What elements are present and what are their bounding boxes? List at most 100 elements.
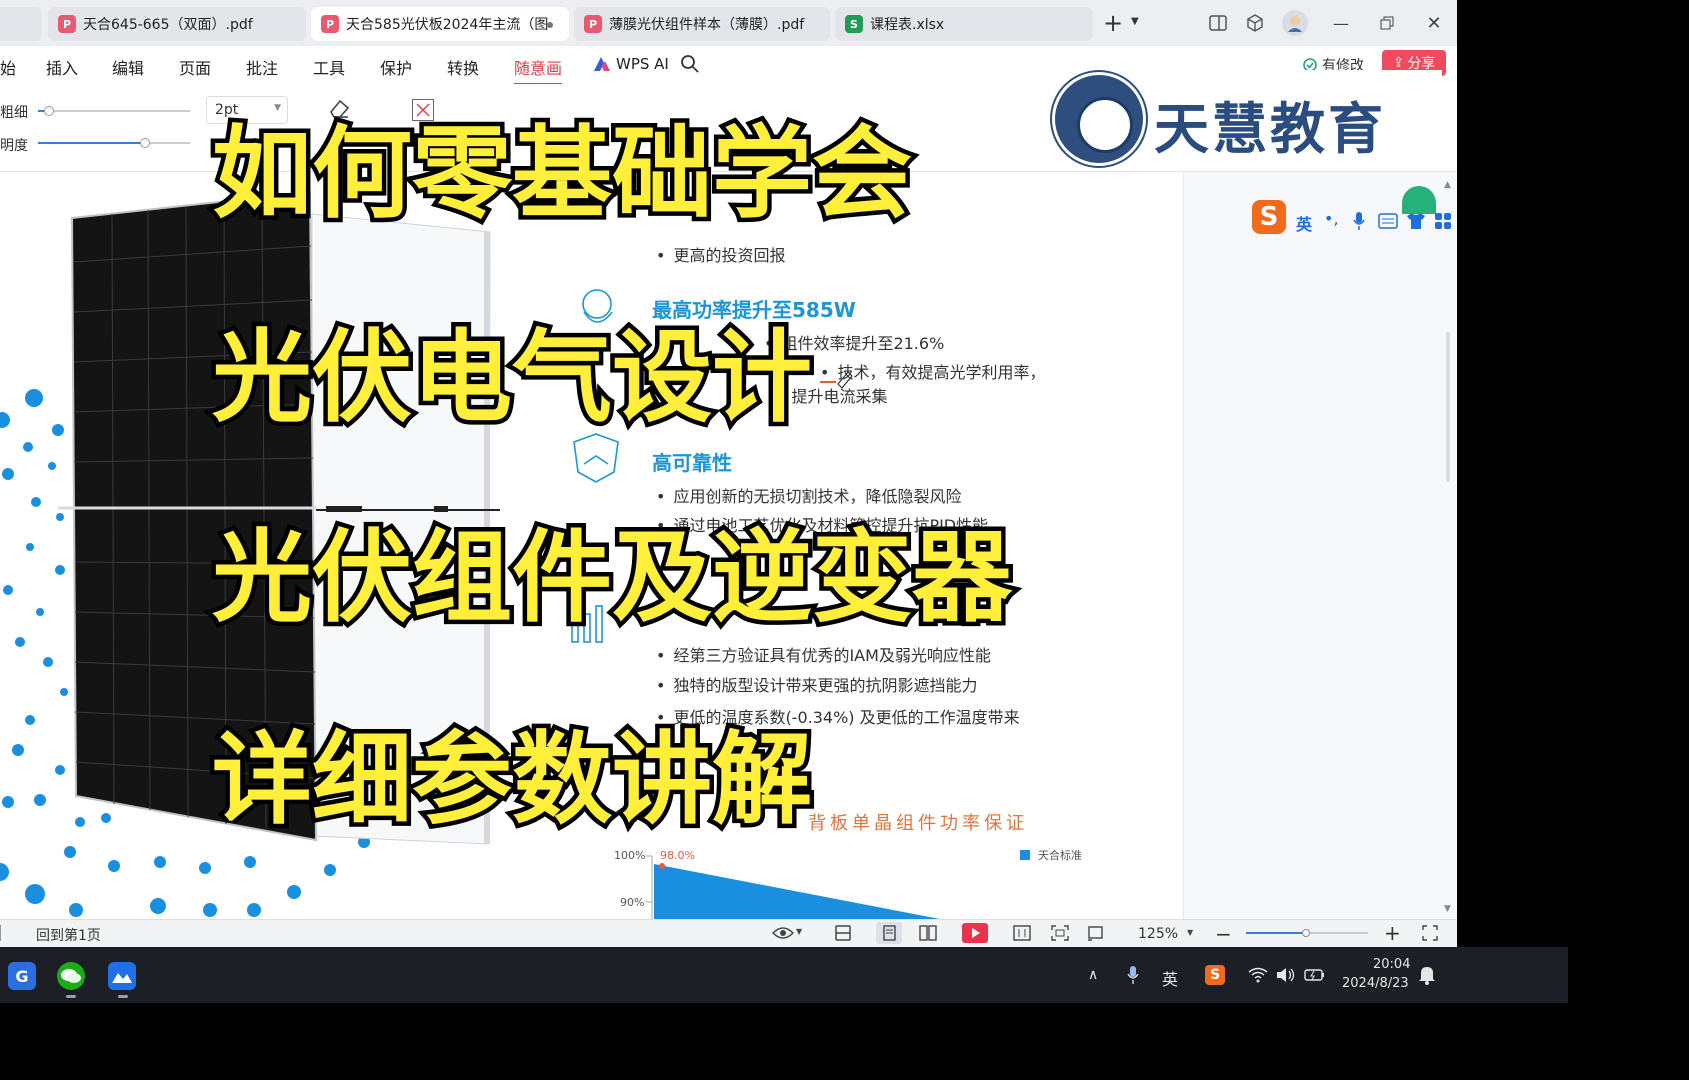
search-icon[interactable] bbox=[680, 54, 700, 78]
battery-icon[interactable] bbox=[1304, 967, 1326, 983]
chart-y-label-90: 90% bbox=[620, 896, 645, 909]
clock-date[interactable]: 2024/8/23 bbox=[1342, 976, 1409, 991]
chevron-down-icon[interactable]: ▼ bbox=[1131, 16, 1139, 27]
xlsx-file-icon: S bbox=[845, 15, 863, 33]
thickness-label: 粗细 bbox=[0, 105, 28, 121]
tab-bar: P 天合645-665（双面）.pdf P 天合585光伏板2024年主流（图 … bbox=[0, 0, 1457, 46]
tab-label: 课程表.xlsx bbox=[870, 17, 945, 33]
fullscreen-fit-icon[interactable] bbox=[1050, 924, 1070, 942]
performance-line-1: 经第三方验证具有优秀的IAM及弱光响应性能 bbox=[656, 642, 990, 666]
zoom-slider[interactable] bbox=[1246, 929, 1368, 937]
chart-y-label-100: 100% bbox=[614, 849, 646, 862]
screen: P 天合645-665（双面）.pdf P 天合585光伏板2024年主流（图 … bbox=[0, 0, 1568, 1003]
tray-chevron-up-icon[interactable]: ∧ bbox=[1088, 967, 1098, 983]
menu-item-edit[interactable]: 编辑 bbox=[112, 55, 144, 79]
menu-item-freehand[interactable]: 随意画 bbox=[514, 55, 563, 85]
sogou-ime-icon[interactable]: S bbox=[1252, 200, 1286, 234]
assistant-bot-icon[interactable] bbox=[1402, 186, 1436, 214]
menu-item-start[interactable]: 始 bbox=[0, 55, 16, 79]
new-tab-plus-icon[interactable]: + bbox=[1103, 11, 1123, 35]
menu-item-protect[interactable]: 保护 bbox=[380, 55, 412, 79]
zoom-out-icon[interactable]: − bbox=[1215, 922, 1232, 946]
menu-item-page[interactable]: 页面 bbox=[179, 55, 211, 79]
wechat-icon[interactable] bbox=[57, 962, 85, 990]
tianhui-education-logo: 天慧教育 bbox=[1050, 70, 1442, 170]
menu-item-insert[interactable]: 插入 bbox=[46, 55, 78, 79]
overlay-title-line-2: 光伏电气设计 bbox=[208, 319, 817, 436]
minimize-icon[interactable]: — bbox=[1330, 12, 1352, 34]
tray-microphone-icon[interactable] bbox=[1126, 965, 1140, 985]
tab-label: 天合645-665（双面）.pdf bbox=[83, 17, 253, 33]
zoom-level[interactable]: 125% bbox=[1138, 926, 1178, 942]
notification-bell-icon[interactable] bbox=[1418, 965, 1436, 985]
punctuation-icon[interactable]: •, bbox=[1324, 209, 1339, 228]
share-icon: ⇪ bbox=[1392, 55, 1405, 71]
power-line-2: 技术，有效提高光学利用率， bbox=[820, 359, 1045, 383]
fit-height-icon[interactable] bbox=[834, 924, 852, 942]
tab-pdf-1[interactable]: P 天合645-665（双面）.pdf bbox=[48, 7, 306, 41]
volume-icon[interactable] bbox=[1276, 967, 1296, 983]
keyboard-icon[interactable] bbox=[1378, 213, 1398, 229]
tab-label: 薄膜光伏组件样本（薄膜）.pdf bbox=[609, 17, 805, 33]
performance-line-2: 独特的版型设计带来更强的抗阴影遮挡能力 bbox=[656, 672, 977, 696]
skin-shirt-icon[interactable] bbox=[1406, 212, 1426, 230]
bullet-roi: 更高的投资回报 bbox=[656, 242, 785, 266]
tab-label: 天合585光伏板2024年主流（图 bbox=[346, 17, 549, 33]
menu-item-annotate[interactable]: 批注 bbox=[246, 55, 278, 79]
unsaved-dot-icon bbox=[547, 22, 553, 28]
cube-icon[interactable] bbox=[1244, 12, 1266, 34]
wifi-icon[interactable] bbox=[1248, 967, 1268, 983]
wps-window: P 天合645-665（双面）.pdf P 天合585光伏板2024年主流（图 … bbox=[0, 0, 1457, 947]
back-to-first-page[interactable]: 回到第1页 bbox=[36, 925, 101, 945]
chevron-down-icon[interactable]: ▼ bbox=[796, 927, 802, 936]
tab-xlsx[interactable]: S 课程表.xlsx bbox=[835, 7, 1093, 41]
vertical-scrollbar[interactable] bbox=[1446, 332, 1450, 482]
tab-pdf-3[interactable]: P 薄膜光伏组件样本（薄膜）.pdf bbox=[574, 7, 830, 41]
overlay-title-line-4: 详细参数讲解 bbox=[208, 721, 817, 838]
tray-input-language[interactable]: 英 bbox=[1162, 966, 1178, 990]
wps-ai-icon bbox=[594, 57, 610, 71]
avatar[interactable] bbox=[1282, 10, 1308, 36]
black-margin bbox=[1457, 0, 1568, 947]
ime-lang-toggle[interactable]: 英 bbox=[1296, 211, 1312, 235]
section-reliability-title: 高可靠性 bbox=[652, 451, 732, 475]
two-page-view-icon[interactable] bbox=[918, 924, 938, 942]
reliability-line-1: 应用创新的无损切割技术，降低隐裂风险 bbox=[656, 483, 961, 507]
app-mountain-icon[interactable] bbox=[108, 962, 136, 990]
eye-icon[interactable] bbox=[772, 926, 794, 940]
opacity-slider[interactable] bbox=[38, 138, 190, 148]
menu-item-convert[interactable]: 转换 bbox=[447, 55, 479, 79]
warranty-area bbox=[654, 864, 940, 919]
logo-text: 天慧教育 bbox=[1154, 97, 1387, 161]
tab-partial[interactable] bbox=[0, 7, 42, 41]
wps-ai-label: WPS AI bbox=[616, 55, 669, 73]
tab-pdf-2-active[interactable]: P 天合585光伏板2024年主流（图 bbox=[311, 7, 569, 41]
clock-time[interactable]: 20:04 bbox=[1373, 957, 1410, 972]
opacity-label: 明度 bbox=[0, 138, 28, 154]
pdf-file-icon: P bbox=[58, 15, 76, 33]
play-slideshow-button[interactable] bbox=[962, 923, 988, 943]
zoom-in-icon[interactable]: + bbox=[1384, 921, 1401, 945]
thickness-slider[interactable] bbox=[38, 106, 190, 116]
taskbar: G ∧ 英 S 20:04 2024/8/23 bbox=[0, 947, 1568, 1003]
logo-emblem bbox=[1052, 72, 1146, 166]
pdf-file-icon: P bbox=[321, 15, 339, 33]
chevron-down-icon: ▼ bbox=[274, 103, 281, 113]
close-icon[interactable]: ✕ bbox=[1423, 12, 1445, 34]
scroll-down-icon[interactable]: ▼ bbox=[1444, 904, 1451, 914]
restore-icon[interactable] bbox=[1376, 12, 1398, 34]
scroll-up-icon[interactable]: ▲ bbox=[1444, 180, 1451, 190]
toolbox-grid-icon[interactable] bbox=[1434, 212, 1452, 230]
app-g-icon[interactable]: G bbox=[8, 962, 36, 990]
chevron-down-icon[interactable]: ▼ bbox=[1187, 928, 1193, 937]
expand-icon[interactable] bbox=[1422, 925, 1438, 941]
chart-data-label: 98.0% bbox=[660, 849, 695, 862]
rotate-page-icon[interactable] bbox=[1086, 924, 1106, 942]
wps-ai-button[interactable]: WPS AI bbox=[594, 55, 669, 73]
microphone-icon[interactable] bbox=[1352, 211, 1366, 231]
menu-item-tools[interactable]: 工具 bbox=[313, 55, 345, 79]
single-page-view-button[interactable] bbox=[876, 922, 902, 944]
fit-width-icon[interactable] bbox=[1012, 924, 1032, 942]
tray-sogou-icon[interactable]: S bbox=[1205, 965, 1225, 985]
sidebar-toggle-icon[interactable] bbox=[1207, 12, 1229, 34]
